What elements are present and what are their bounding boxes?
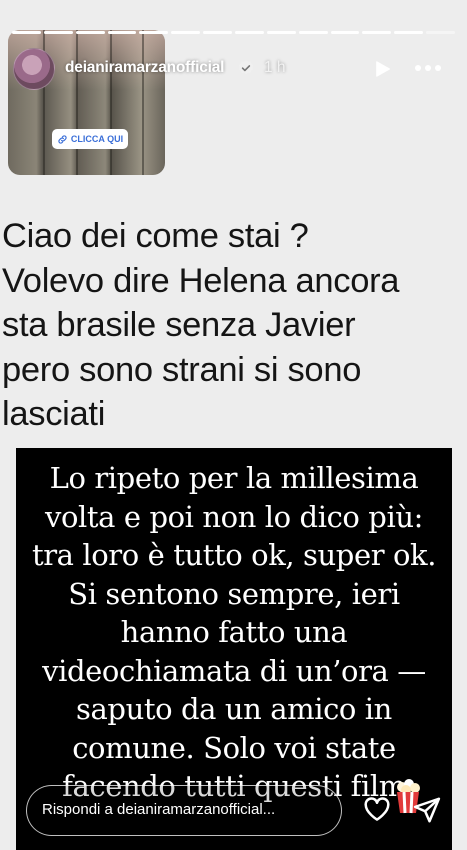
- progress-segment: [12, 31, 41, 34]
- progress-segment: [426, 31, 456, 34]
- progress-segment: [75, 31, 105, 34]
- story-progress-bar: [12, 31, 456, 34]
- progress-segment: [139, 31, 169, 34]
- progress-segment: [171, 31, 201, 34]
- more-options-icon[interactable]: [413, 58, 443, 78]
- reply-placeholder: Rispondi a deianiramarzanofficial...: [42, 801, 276, 818]
- link-sticker[interactable]: CLICCA QUI: [52, 129, 128, 149]
- send-icon[interactable]: [412, 795, 442, 825]
- heart-icon[interactable]: [362, 794, 392, 824]
- progress-segment: [235, 31, 264, 34]
- username[interactable]: deianiramarzanofficial: [65, 59, 224, 77]
- avatar[interactable]: [13, 48, 55, 90]
- progress-segment: [203, 31, 233, 34]
- progress-segment: [266, 31, 296, 34]
- progress-segment: [107, 31, 137, 34]
- link-icon: [58, 134, 67, 144]
- post-time: 1 h: [264, 59, 286, 76]
- answer-text: Lo ripeto per la millesima volta e poi n…: [31, 461, 437, 803]
- progress-segment: [394, 31, 424, 34]
- question-message: Ciao dei come stai ? Volevo dire Helena …: [2, 217, 400, 433]
- story-viewer: CLICCA QUI deianiramarzanofficial 1 h Ci…: [0, 0, 467, 850]
- link-sticker-label: CLICCA QUI: [70, 134, 124, 144]
- thumbnail-plank-line: [76, 30, 78, 175]
- play-icon[interactable]: [373, 60, 391, 78]
- thumbnail-plank-line: [110, 30, 112, 175]
- progress-segment: [298, 31, 328, 34]
- story-card[interactable]: CLICCA QUI deianiramarzanofficial 1 h Ci…: [0, 0, 467, 850]
- verified-badge-icon: [238, 60, 254, 75]
- progress-segment: [43, 31, 73, 34]
- progress-segment: [330, 31, 360, 34]
- progress-segment: [362, 31, 392, 34]
- thumbnail-plank-line: [142, 30, 144, 175]
